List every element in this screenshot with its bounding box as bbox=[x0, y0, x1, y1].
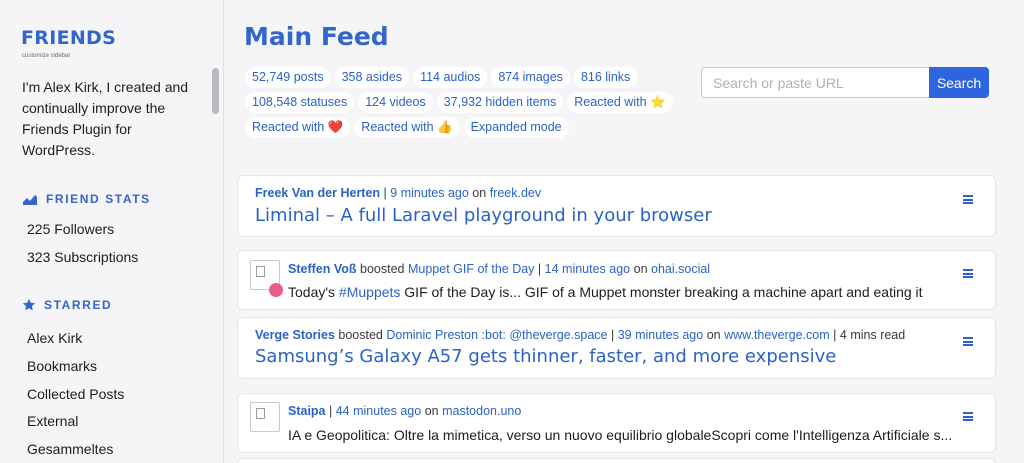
meta-on: on bbox=[633, 262, 648, 276]
search-input[interactable] bbox=[701, 67, 929, 98]
chip-reacted-star[interactable]: Reacted with ⭐ bbox=[567, 92, 673, 113]
meta-separator: | bbox=[537, 262, 545, 276]
hamburger-menu-icon[interactable] bbox=[963, 337, 973, 346]
chip-asides[interactable]: 358 asides bbox=[334, 67, 410, 88]
post-snippet: IA e Geopolitica: Oltre la mimetica, ver… bbox=[288, 427, 953, 443]
feed-post: Staipa | 44 minutes ago on mastodon.uno … bbox=[237, 393, 996, 453]
stat-followers[interactable]: 225 Followers bbox=[27, 221, 114, 237]
boost-source[interactable]: Muppet GIF of the Day bbox=[408, 262, 534, 276]
sidebar: FRIENDS customize sidebar I'm Alex Kirk,… bbox=[0, 0, 224, 463]
meta-on: on bbox=[706, 328, 721, 342]
starred-item-external[interactable]: External bbox=[27, 413, 78, 429]
friend-stats-heading: FRIEND STATS bbox=[22, 192, 151, 206]
post-site[interactable]: freek.dev bbox=[490, 186, 541, 200]
post-title[interactable]: Samsung’s Galaxy A57 gets thinner, faste… bbox=[255, 346, 836, 367]
image-placeholder-icon bbox=[256, 266, 265, 277]
chip-reacted-heart[interactable]: Reacted with ❤️ bbox=[245, 117, 351, 138]
starred-label: STARRED bbox=[44, 298, 113, 312]
read-time: 4 mins read bbox=[839, 328, 906, 342]
chip-audios[interactable]: 114 audios bbox=[413, 67, 488, 88]
meta-on: on bbox=[472, 186, 487, 200]
starred-item-bookmarks[interactable]: Bookmarks bbox=[27, 358, 97, 374]
sidebar-scrollbar[interactable] bbox=[212, 68, 219, 114]
snippet-text: GIF of the Day is... GIF of a Muppet mon… bbox=[400, 284, 923, 300]
feed-post: Freek Van der Herten | 9 minutes ago on … bbox=[237, 175, 996, 237]
feed-post: Steffen Voß boosted Muppet GIF of the Da… bbox=[237, 250, 996, 310]
image-placeholder-icon bbox=[256, 408, 265, 419]
post-time[interactable]: 9 minutes ago bbox=[390, 186, 469, 200]
chip-expanded-mode[interactable]: Expanded mode bbox=[463, 117, 569, 138]
page-title: Main Feed bbox=[244, 22, 389, 51]
chip-posts[interactable]: 52,749 posts bbox=[245, 67, 331, 88]
post-author[interactable]: Staipa bbox=[288, 404, 326, 418]
post-time[interactable]: 14 minutes ago bbox=[545, 262, 630, 276]
boosted-text: boosted bbox=[338, 328, 383, 342]
meta-separator: | bbox=[329, 404, 336, 418]
meta-separator: | bbox=[833, 328, 840, 342]
hamburger-menu-icon[interactable] bbox=[963, 412, 973, 421]
chip-hidden-items[interactable]: 37,932 hidden items bbox=[436, 92, 564, 113]
post-time[interactable]: 39 minutes ago bbox=[618, 328, 703, 342]
hamburger-menu-icon[interactable] bbox=[963, 195, 973, 204]
search-form: Search bbox=[701, 67, 989, 98]
post-time[interactable]: 44 minutes ago bbox=[336, 404, 421, 418]
post-site[interactable]: ohai.social bbox=[651, 262, 710, 276]
stat-subscriptions[interactable]: 323 Subscriptions bbox=[27, 249, 138, 265]
chart-icon bbox=[23, 194, 37, 205]
chip-images[interactable]: 874 images bbox=[491, 67, 570, 88]
friend-stats-label: FRIEND STATS bbox=[46, 192, 151, 206]
meta-separator: | bbox=[610, 328, 618, 342]
hamburger-menu-icon[interactable] bbox=[963, 269, 973, 278]
starred-item-alex-kirk[interactable]: Alex Kirk bbox=[27, 330, 82, 346]
post-site[interactable]: www.theverge.com bbox=[724, 328, 830, 342]
post-meta: Verge Stories boosted Dominic Preston :b… bbox=[255, 328, 905, 342]
chip-reacted-thumbs-up[interactable]: Reacted with 👍 bbox=[354, 117, 460, 138]
post-author[interactable]: Verge Stories bbox=[255, 328, 335, 342]
meta-on: on bbox=[424, 404, 439, 418]
feed-post: Verge Stories boosted Dominic Preston :b… bbox=[237, 317, 996, 379]
starred-heading: STARRED bbox=[22, 298, 112, 312]
hashtag-link[interactable]: #Muppets bbox=[339, 284, 400, 300]
post-title[interactable]: Liminal – A full Laravel playground in y… bbox=[255, 205, 712, 226]
brand-logo[interactable]: FRIENDS bbox=[21, 27, 116, 49]
boosted-text: boosted bbox=[360, 262, 405, 276]
customize-sidebar-link[interactable]: customize sidebar bbox=[22, 53, 70, 59]
search-button[interactable]: Search bbox=[929, 67, 989, 98]
post-snippet: Today's #Muppets GIF of the Day is... GI… bbox=[288, 284, 978, 300]
star-icon bbox=[22, 298, 36, 311]
starred-item-gesammeltes[interactable]: Gesammeltes bbox=[27, 441, 113, 457]
boosted-avatar bbox=[269, 283, 283, 297]
post-author[interactable]: Freek Van der Herten bbox=[255, 186, 380, 200]
feed-filter-chips: 52,749 posts 358 asides 114 audios 874 i… bbox=[245, 67, 700, 138]
sidebar-intro: I'm Alex Kirk, I created and continually… bbox=[22, 79, 189, 158]
starred-item-collected-posts[interactable]: Collected Posts bbox=[27, 386, 124, 402]
boost-source[interactable]: Dominic Preston :bot: @theverge.space bbox=[386, 328, 607, 342]
post-meta: Staipa | 44 minutes ago on mastodon.uno bbox=[288, 404, 521, 418]
chip-videos[interactable]: 124 videos bbox=[358, 92, 433, 113]
chip-links[interactable]: 816 links bbox=[573, 67, 638, 88]
avatar[interactable] bbox=[250, 260, 283, 297]
feed-post bbox=[237, 458, 996, 463]
post-author[interactable]: Steffen Voß bbox=[288, 262, 357, 276]
snippet-text: Today's bbox=[288, 284, 339, 300]
avatar[interactable] bbox=[250, 402, 280, 432]
post-site[interactable]: mastodon.uno bbox=[442, 404, 521, 418]
chip-statuses[interactable]: 108,548 statuses bbox=[245, 92, 355, 113]
post-meta: Freek Van der Herten | 9 minutes ago on … bbox=[255, 186, 541, 200]
post-meta: Steffen Voß boosted Muppet GIF of the Da… bbox=[288, 262, 710, 276]
